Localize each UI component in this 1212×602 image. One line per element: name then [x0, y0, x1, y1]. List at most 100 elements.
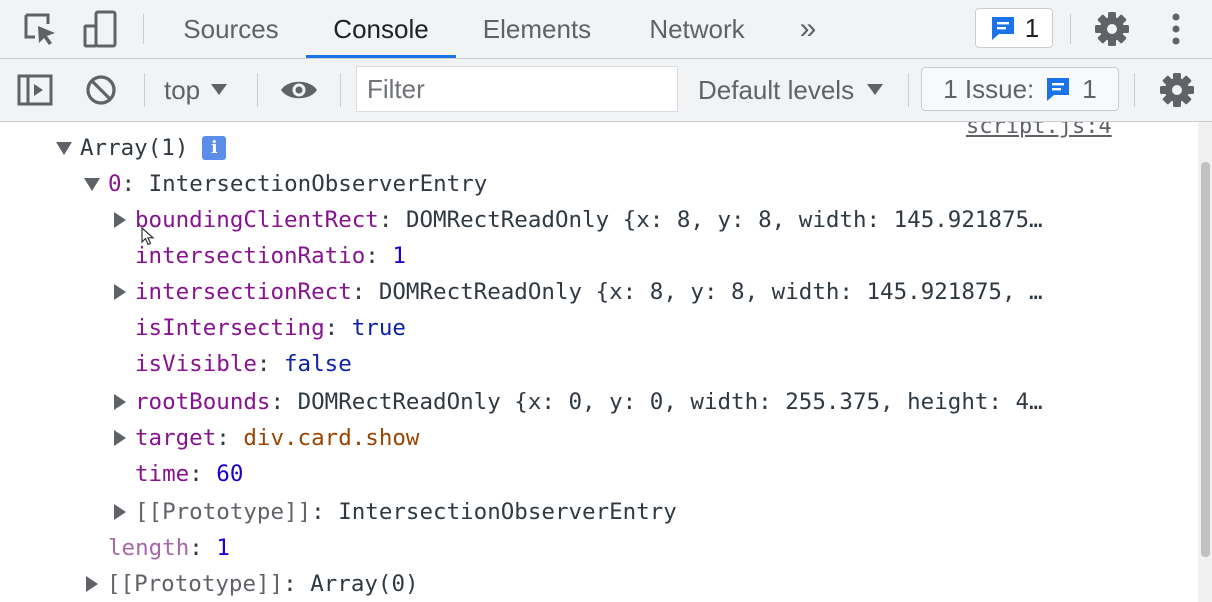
property-value: 1 [216, 535, 230, 561]
property-key: intersectionRatio [135, 243, 366, 269]
tab-sources[interactable]: Sources [166, 0, 296, 58]
dropdown-arrow-icon [211, 84, 228, 95]
more-tabs-button[interactable]: » [788, 0, 828, 58]
collapsed-triangle-icon[interactable] [114, 212, 126, 228]
console-settings-button[interactable] [1156, 69, 1198, 111]
property-key: target [135, 425, 217, 451]
vertical-scrollbar[interactable] [1198, 122, 1212, 602]
property-key: length [108, 535, 190, 561]
expanded-triangle-icon[interactable] [84, 177, 100, 191]
eye-icon [281, 81, 317, 99]
collapsed-triangle-icon[interactable] [114, 284, 126, 300]
live-expression-button[interactable] [276, 69, 322, 111]
active-tab-indicator [306, 55, 456, 58]
toolbar-separator [1070, 14, 1071, 44]
property-value: true [351, 315, 406, 341]
toolbar-separator [144, 73, 145, 107]
property-value: 60 [216, 461, 244, 487]
prototype-row[interactable]: [[Prototype]]: IntersectionObserverEntry [114, 494, 677, 530]
colon-separator: : [324, 315, 352, 341]
property-value: DOMRectReadOnly {x: 8, y: 8, width: 145.… [405, 207, 1043, 233]
javascript-context-select[interactable]: top [164, 59, 228, 121]
property-row[interactable]: rootBounds: DOMRectReadOnly {x: 0, y: 0,… [114, 384, 1043, 420]
tab-elements[interactable]: Elements [466, 0, 608, 58]
colon-separator: : [283, 571, 311, 597]
issues-counter-button[interactable]: 1 Issue: 1 [921, 67, 1119, 111]
issues-count: 1 [1082, 73, 1097, 104]
toolbar-separator [340, 73, 341, 107]
messages-button[interactable]: 1 [975, 8, 1053, 48]
log-levels-select[interactable]: Default levels [698, 59, 884, 121]
colon-separator: : [189, 535, 217, 561]
property-key: boundingClientRect [135, 207, 379, 233]
colon-separator: : [365, 243, 393, 269]
tab-console-label: Console [333, 13, 429, 44]
console-output: script.js:4 Array(1) i 0: IntersectionOb… [0, 122, 1198, 602]
property-key: time [135, 461, 190, 487]
property-key: isIntersecting [135, 315, 325, 341]
log-levels-value: Default levels [698, 74, 855, 105]
collapsed-triangle-icon[interactable] [114, 430, 126, 446]
colon-separator: : [216, 425, 244, 451]
toolbar-separator [1134, 73, 1135, 107]
element-picker-icon [24, 13, 55, 45]
settings-button[interactable] [1090, 8, 1134, 50]
entry-tree-row[interactable]: 0: IntersectionObserverEntry [84, 166, 487, 202]
messages-count: 1 [1024, 12, 1040, 43]
entry-type: IntersectionObserverEntry [148, 171, 488, 197]
messages-icon [991, 17, 1014, 40]
clear-console-button[interactable] [80, 69, 122, 111]
tab-sources-label: Sources [183, 13, 279, 44]
property-row[interactable]: boundingClientRect: DOMRectReadOnly {x: … [114, 202, 1043, 238]
array-label: Array(1) [80, 135, 189, 161]
property-key: [[Prototype]] [107, 571, 284, 597]
issues-label: 1 Issue: [943, 73, 1035, 104]
show-sidebar-button[interactable] [14, 69, 56, 111]
colon-separator: : [121, 171, 149, 197]
property-key: [[Prototype]] [135, 499, 312, 525]
property-value: DOMRectReadOnly {x: 0, y: 0, width: 255.… [297, 389, 1043, 415]
scrollbar-thumb[interactable] [1201, 162, 1210, 557]
tab-elements-label: Elements [482, 13, 592, 44]
property-value: IntersectionObserverEntry [338, 499, 677, 525]
tab-console[interactable]: Console [306, 0, 456, 58]
array-tree-row[interactable]: Array(1) i [56, 130, 227, 166]
more-options-button[interactable] [1160, 8, 1192, 50]
filter-input[interactable] [356, 66, 678, 112]
settings-gear-icon [1160, 73, 1194, 107]
clear-console-icon [86, 75, 116, 105]
property-value: Array(0) [310, 571, 419, 597]
array-prototype-row[interactable]: [[Prototype]]: Array(0) [86, 566, 419, 602]
tab-network-label: Network [649, 13, 745, 44]
collapsed-triangle-icon[interactable] [114, 394, 126, 410]
colon-separator: : [378, 207, 406, 233]
expanded-triangle-icon[interactable] [56, 141, 72, 155]
collapsed-triangle-icon[interactable] [114, 504, 126, 520]
colon-separator: : [256, 351, 285, 377]
property-key: rootBounds [135, 389, 271, 415]
property-value[interactable]: div.card.show [243, 425, 419, 451]
property-row: time: 60 [135, 456, 243, 492]
property-value: false [284, 351, 352, 377]
property-row[interactable]: intersectionRect: DOMRectReadOnly {x: 8,… [114, 274, 1043, 310]
sidebar-toggle-icon [17, 74, 53, 106]
property-key: isVisible [135, 351, 257, 377]
colon-separator: : [311, 499, 339, 525]
entry-index: 0 [108, 171, 122, 197]
collapsed-triangle-icon[interactable] [86, 576, 98, 592]
length-row: length: 1 [108, 530, 230, 566]
source-location-link[interactable]: script.js:4 [966, 122, 1112, 139]
dropdown-arrow-icon [867, 84, 884, 95]
devtools-window: Sources Console Elements Network » 1 top… [0, 0, 1212, 602]
device-toolbar-button[interactable] [80, 8, 120, 50]
property-row[interactable]: target: div.card.show [114, 420, 419, 456]
toolbar-separator [908, 73, 909, 107]
element-picker-button[interactable] [18, 8, 62, 50]
colon-separator: : [189, 461, 217, 487]
property-row: isIntersecting: true [135, 310, 406, 346]
tab-network[interactable]: Network [630, 0, 764, 58]
property-row: isVisible: false [135, 346, 352, 382]
colon-separator: : [270, 389, 298, 415]
console-toolbar: top Default levels 1 Issue: [0, 59, 1212, 122]
info-icon[interactable]: i [202, 136, 227, 160]
